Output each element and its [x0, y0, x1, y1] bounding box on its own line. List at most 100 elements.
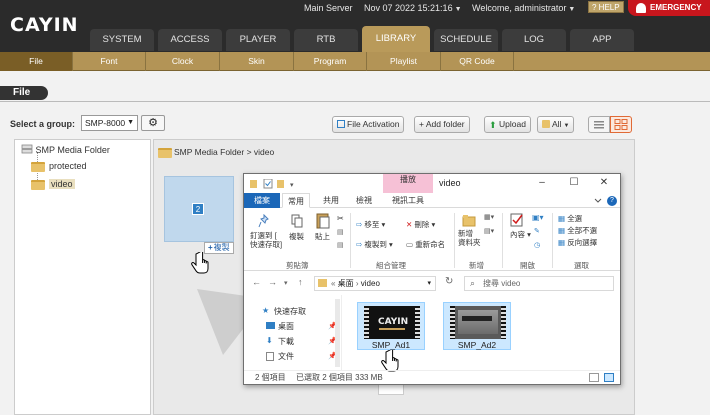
datetime-dropdown[interactable]: Nov 07 2022 15:21:16 ▼ [364, 3, 462, 13]
grid-view-button[interactable] [610, 116, 632, 133]
select-none-icon: ▦ [558, 226, 566, 235]
tab-log[interactable]: LOG [502, 29, 566, 51]
subnav-font[interactable]: Font [73, 52, 146, 71]
upload-button[interactable]: ⬆ Upload [484, 116, 531, 133]
server-icon [21, 144, 33, 154]
file-tile-edge [378, 385, 404, 395]
rename-button[interactable]: ▭ 重新命名 [406, 239, 445, 250]
paste-button[interactable]: 貼上 [315, 231, 330, 242]
chevron-down-icon: ▼ [568, 6, 576, 13]
subnav-clock[interactable]: Clock [146, 52, 220, 71]
ribbon-tab-share[interactable]: 共用 [316, 193, 346, 208]
copy-to-button[interactable]: ⇨ 複製到 ▾ [356, 239, 393, 250]
easy-access-icon[interactable]: ▤▾ [484, 227, 494, 235]
folder-icon [31, 162, 45, 172]
emergency-button[interactable]: EMERGENCY [628, 0, 710, 16]
nav-documents[interactable]: 文件 [266, 351, 294, 362]
maximize-icon[interactable]: ☐ [568, 177, 580, 188]
tree-item-video[interactable]: video [31, 179, 75, 190]
chevron-down-icon[interactable] [594, 197, 602, 205]
forward-arrow-icon[interactable]: → [268, 277, 277, 287]
details-view-icon[interactable] [589, 373, 599, 382]
explorer-search-input[interactable]: ⌕ 搜尋 video [464, 276, 614, 291]
open-icon[interactable]: ▣▾ [532, 213, 544, 222]
cut-icon[interactable]: ✂ [337, 214, 344, 223]
subnav-program[interactable]: Program [294, 52, 367, 71]
properties-button[interactable]: 內容 ▾ [510, 229, 531, 240]
history-icon[interactable]: ◷ [534, 241, 540, 249]
select-all-button[interactable]: ▦ 全選 [558, 213, 582, 224]
explorer-titlebar: ▾ 播放 video – ☐ ✕ [244, 174, 620, 193]
tree-root[interactable]: SMP Media Folder [21, 144, 110, 155]
copy-button[interactable]: 複製 [289, 231, 304, 242]
tab-access[interactable]: ACCESS [158, 29, 222, 51]
close-icon[interactable]: ✕ [598, 177, 610, 188]
delete-label: 刪除 [414, 220, 430, 229]
file-activation-button[interactable]: File Activation [332, 116, 405, 133]
help-button[interactable]: ? HELP [588, 1, 624, 13]
ribbon-tab-file[interactable]: 檔案 [244, 193, 280, 208]
ribbon-tab-view[interactable]: 檢視 [350, 193, 378, 208]
quick-access-toolbar-icon: ▾ [250, 179, 294, 189]
invert-selection-button[interactable]: ▦ 反向選擇 [558, 237, 597, 248]
folder-icon [158, 148, 172, 158]
context-tab-play[interactable]: 播放 [383, 174, 433, 193]
cayin-thumbnail-logo: CAYIN [378, 317, 409, 327]
file-item-smp-ad1[interactable]: CAYIN SMP_Ad1 [357, 302, 425, 350]
help-icon[interactable]: ? [607, 196, 617, 206]
new-folder-icon [462, 215, 476, 227]
refresh-icon[interactable]: ↻ [445, 276, 453, 287]
subnav-file[interactable]: File [0, 52, 73, 71]
nav-downloads[interactable]: ⬇ 下載 [266, 336, 294, 347]
tab-app[interactable]: APP [570, 29, 634, 51]
tab-rtb[interactable]: RTB [294, 29, 358, 51]
address-path[interactable]: « 桌面 › video ▾ [314, 276, 436, 291]
filter-label: All [552, 119, 562, 129]
explorer-title: video [439, 178, 461, 188]
up-arrow-icon[interactable]: ↑ [298, 277, 303, 287]
large-icons-view-icon[interactable] [604, 373, 614, 382]
tab-system[interactable]: SYSTEM [90, 29, 154, 51]
breadcrumb: SMP Media Folder > video [158, 147, 274, 158]
list-view-button[interactable] [588, 116, 610, 133]
back-arrow-icon[interactable]: ← [252, 277, 261, 287]
server-name: Main Server [304, 3, 353, 13]
move-to-button[interactable]: ⇨ 移至 ▾ [356, 219, 385, 230]
nav-desktop[interactable]: 桌面 [266, 321, 294, 332]
user-menu[interactable]: Welcome, administrator ▼ [472, 3, 575, 13]
subnav-skin[interactable]: Skin [220, 52, 294, 71]
ribbon-tab-home[interactable]: 常用 [282, 193, 310, 208]
group-settings-button[interactable]: ⚙ [141, 115, 165, 131]
minimize-icon[interactable]: – [536, 177, 548, 188]
pin-to-quick-access[interactable]: 釘選到 [ 快速存取] [250, 231, 282, 249]
edit-icon[interactable]: ✎ [534, 227, 540, 235]
group-clipboard: 剪貼簿 [286, 261, 309, 270]
paste-shortcut-icon[interactable]: ▤ [337, 241, 344, 249]
add-folder-button[interactable]: + Add folder [414, 116, 470, 133]
subnav-playlist[interactable]: Playlist [367, 52, 441, 71]
group-organize: 組合管理 [376, 261, 406, 270]
invert-selection-icon: ▦ [558, 238, 566, 247]
copy-path-icon[interactable]: ▤ [337, 228, 344, 236]
new-folder-button[interactable]: 新增 資料夾 [458, 229, 481, 247]
select-none-button[interactable]: ▦ 全部不選 [558, 225, 597, 236]
new-item-icon[interactable]: ▦▾ [484, 213, 494, 221]
group-select[interactable]: SMP-8000 ▼ [81, 115, 138, 131]
filter-dropdown[interactable]: All ▼ [537, 116, 575, 133]
grid-view-icon [614, 119, 628, 130]
hand-cursor-icon [191, 252, 209, 274]
ribbon-separator [454, 213, 455, 268]
tab-player[interactable]: PLAYER [226, 29, 290, 51]
copy-icon [291, 214, 303, 228]
nav-quick-access[interactable]: ★ 快速存取 [262, 306, 306, 317]
tab-schedule[interactable]: SCHEDULE [434, 29, 498, 51]
file-item-smp-ad2[interactable]: SMP_Ad2 [443, 302, 511, 350]
file-explorer-window[interactable]: ▾ 播放 video – ☐ ✕ 檔案 常用 共用 檢視 視訊工具 ? 釘選到 … [243, 173, 621, 385]
delete-button[interactable]: ✕ 刪除 ▾ [406, 219, 435, 230]
nav-scrollbar[interactable] [335, 299, 340, 367]
ribbon-tab-video-tools[interactable]: 視訊工具 [383, 193, 433, 208]
tab-library[interactable]: LIBRARY [362, 26, 430, 52]
subnav-qr-code[interactable]: QR Code [441, 52, 514, 71]
tree-item-protected[interactable]: protected [31, 161, 87, 172]
chevron-down-icon[interactable]: ▾ [284, 279, 288, 287]
